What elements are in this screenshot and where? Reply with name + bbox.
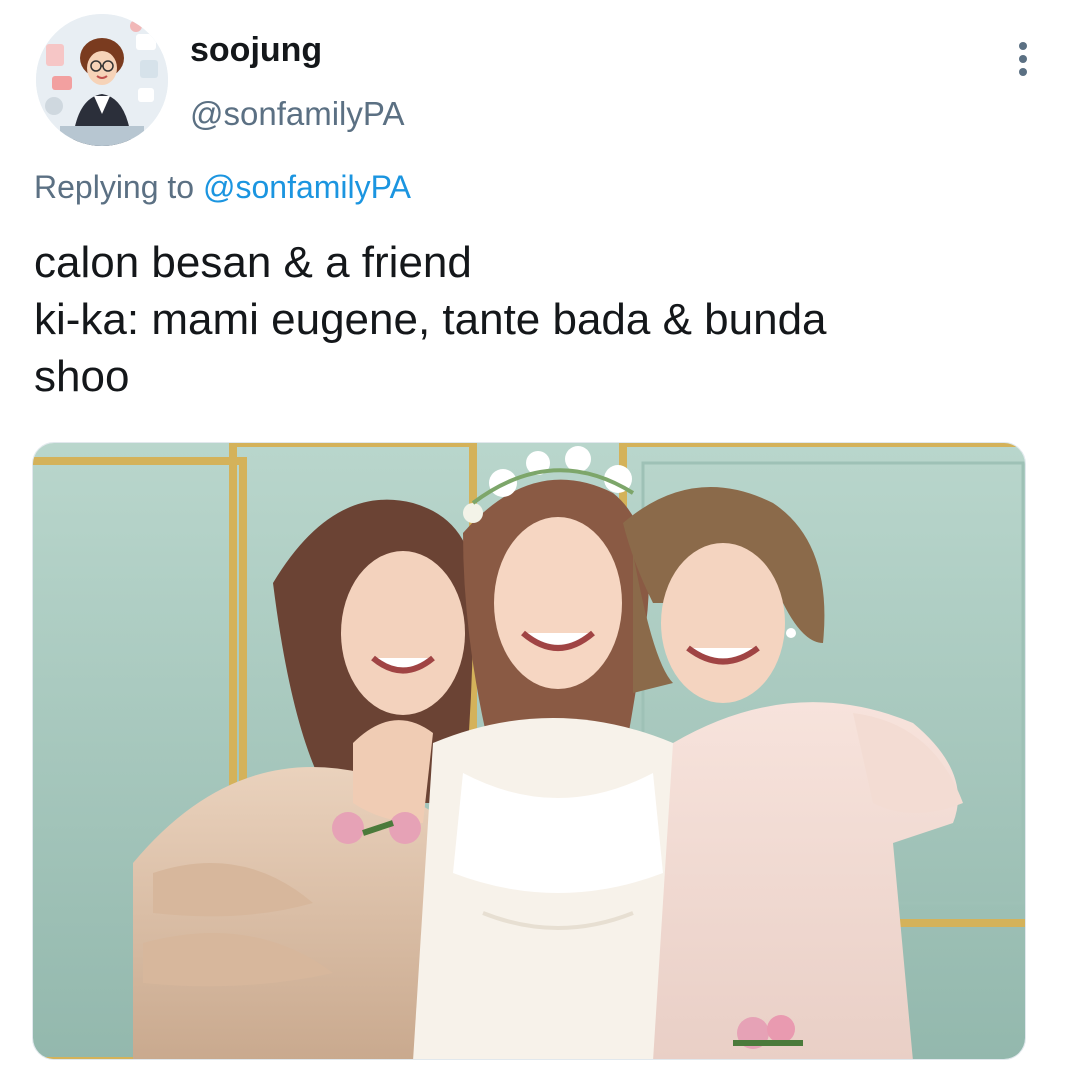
author-display-name[interactable]: soojung [190, 28, 322, 72]
reply-mention-link[interactable]: @sonfamilyPA [203, 169, 411, 205]
tweet-text-line: shoo [34, 352, 130, 401]
reply-prefix: Replying to [34, 169, 195, 205]
tweet-text: calon besan & a friend ki-ka: mami eugen… [34, 234, 1024, 405]
tweet-text-line: calon besan & a friend [34, 238, 472, 287]
avatar-illustration-icon [36, 14, 168, 146]
reply-context: Replying to @sonfamilyPA [34, 166, 411, 208]
more-options-button[interactable] [1000, 36, 1046, 82]
tweet-photo[interactable] [32, 442, 1026, 1060]
author-handle[interactable]: @sonfamilyPA [190, 92, 404, 136]
tweet-text-line: ki-ka: mami eugene, tante bada & bunda [34, 295, 827, 344]
more-vertical-icon [1019, 42, 1027, 76]
author-avatar[interactable] [36, 14, 168, 146]
photo-three-women-icon [33, 443, 1025, 1059]
